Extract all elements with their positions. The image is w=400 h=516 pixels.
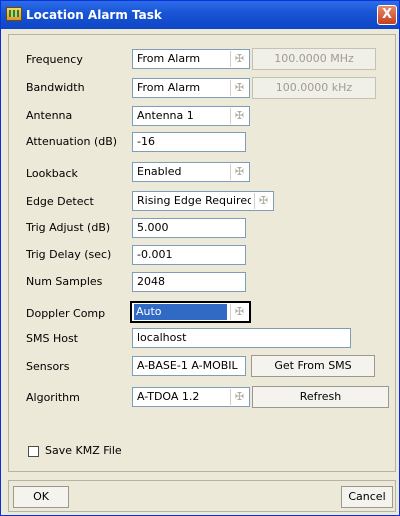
chevron-down-icon[interactable]: ✠ <box>230 108 248 124</box>
bandwidth-value-button[interactable]: 100.0000 kHz <box>252 77 376 99</box>
save-kmz-label: Save KMZ File <box>45 444 122 457</box>
get-from-sms-button[interactable]: Get From SMS <box>251 355 375 377</box>
trig-delay-input[interactable]: -0.001 <box>132 245 246 265</box>
sensors-label: Sensors <box>26 360 70 373</box>
algorithm-label: Algorithm <box>26 391 80 404</box>
algorithm-combo[interactable]: A-TDOA 1.2 ✠ <box>132 387 250 407</box>
frequency-label: Frequency <box>26 53 83 66</box>
trig-adjust-input[interactable]: 5.000 <box>132 218 246 238</box>
lookback-combo[interactable]: Enabled ✠ <box>132 162 250 182</box>
trig-adjust-label: Trig Adjust (dB) <box>26 221 111 234</box>
cancel-button[interactable]: Cancel <box>341 486 393 508</box>
attenuation-label: Attenuation (dB) <box>26 135 118 148</box>
doppler-comp-combo-value: Auto <box>134 304 227 320</box>
lookback-combo-value: Enabled <box>137 165 182 178</box>
lookback-label: Lookback <box>26 167 78 180</box>
window-title: Location Alarm Task <box>26 8 162 22</box>
save-kmz-checkbox[interactable] <box>28 446 39 457</box>
edge-detect-combo-value: Rising Edge Required <box>137 194 251 207</box>
doppler-comp-combo[interactable]: Auto ✠ <box>130 301 251 323</box>
antenna-combo-value: Antenna 1 <box>137 109 194 122</box>
frequency-combo[interactable]: From Alarm ✠ <box>132 49 250 69</box>
dialog-window: Location Alarm Task X Frequency From Ala… <box>0 0 400 516</box>
chevron-down-icon[interactable]: ✠ <box>230 51 248 67</box>
chevron-down-icon[interactable]: ✠ <box>230 304 248 320</box>
frequency-combo-value: From Alarm <box>137 52 201 65</box>
sensors-input[interactable]: A-BASE-1 A-MOBIL <box>132 356 246 376</box>
bandwidth-combo[interactable]: From Alarm ✠ <box>132 78 250 98</box>
chevron-down-icon[interactable]: ✠ <box>230 164 248 180</box>
chevron-down-icon[interactable]: ✠ <box>230 80 248 96</box>
frequency-value-button[interactable]: 100.0000 MHz <box>252 48 376 70</box>
sms-host-label: SMS Host <box>26 332 78 345</box>
doppler-comp-label: Doppler Comp <box>26 307 106 320</box>
edge-detect-label: Edge Detect <box>26 195 94 208</box>
antenna-label: Antenna <box>26 109 73 122</box>
close-button[interactable]: X <box>377 5 397 25</box>
algorithm-combo-value: A-TDOA 1.2 <box>137 390 200 403</box>
chevron-down-icon[interactable]: ✠ <box>230 389 248 405</box>
bandwidth-combo-value: From Alarm <box>137 81 201 94</box>
num-samples-input[interactable]: 2048 <box>132 272 246 292</box>
app-grid-icon <box>6 7 22 21</box>
attenuation-input[interactable]: -16 <box>132 132 246 152</box>
refresh-button[interactable]: Refresh <box>252 386 389 408</box>
chevron-down-icon[interactable]: ✠ <box>254 193 272 209</box>
sms-host-input[interactable]: localhost <box>132 328 351 348</box>
ok-button[interactable]: OK <box>13 486 69 508</box>
antenna-combo[interactable]: Antenna 1 ✠ <box>132 106 250 126</box>
num-samples-label: Num Samples <box>26 275 103 288</box>
trig-delay-label: Trig Delay (sec) <box>26 248 112 261</box>
edge-detect-combo[interactable]: Rising Edge Required ✠ <box>132 191 274 211</box>
bandwidth-label: Bandwidth <box>26 81 85 94</box>
title-bar[interactable]: Location Alarm Task X <box>1 1 399 29</box>
